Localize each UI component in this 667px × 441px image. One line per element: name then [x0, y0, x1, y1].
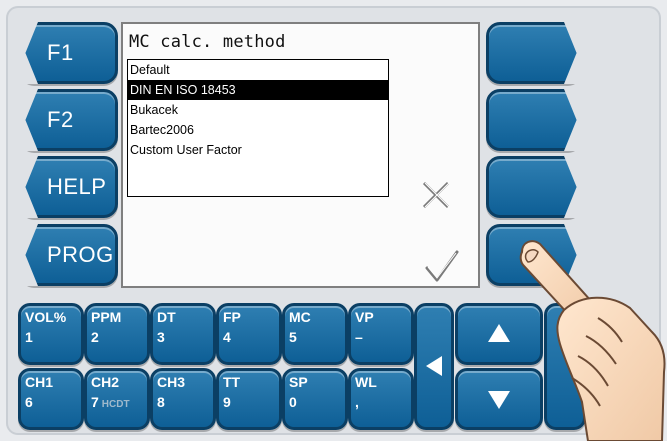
key-top-label: VP — [355, 309, 374, 325]
help-key[interactable]: HELP — [20, 156, 118, 218]
left-arrow-key[interactable] — [414, 303, 454, 430]
key-tt-9[interactable]: TT 9 — [216, 368, 282, 430]
f2-key[interactable]: F2 — [20, 89, 118, 151]
key-bottom-label: , — [355, 394, 359, 410]
right-side-key[interactable] — [544, 303, 586, 430]
f2-key-label: F2 — [47, 107, 74, 132]
key-vp-minus[interactable]: VP – — [348, 303, 414, 365]
key-notch — [20, 156, 38, 218]
key-top-label: CH2 — [91, 374, 120, 390]
key-ch3-8[interactable]: CH3 8 — [150, 368, 216, 430]
key-top-label: FP — [223, 309, 241, 325]
key-mc-5[interactable]: MC 5 — [282, 303, 348, 365]
prog-key[interactable]: PROG — [20, 224, 118, 286]
key-wl-comma[interactable]: WL , — [348, 368, 414, 430]
list-item[interactable]: Bartec2006 — [128, 120, 388, 140]
key-top-label: WL — [355, 374, 377, 390]
list-item[interactable]: Custom User Factor — [128, 140, 388, 160]
key-notch — [20, 22, 38, 84]
right-softkey-3[interactable] — [486, 156, 582, 218]
key-notch — [564, 224, 582, 286]
key-top-label: VOL% — [25, 309, 67, 325]
key-bottom-label: 7 HCDT — [91, 394, 130, 410]
key-bottom-label: 5 — [289, 329, 297, 345]
hcdt-label: HCDT — [101, 399, 130, 410]
help-key-label: HELP — [47, 174, 107, 199]
arrow-down-icon — [488, 391, 510, 409]
key-notch — [564, 22, 582, 84]
key-sp-0[interactable]: SP 0 — [282, 368, 348, 430]
key-top-label: CH1 — [25, 374, 54, 390]
close-x-icon — [419, 178, 453, 212]
key-top-label: TT — [223, 374, 241, 390]
key-notch — [564, 156, 582, 218]
key-ch1-6[interactable]: CH1 6 — [18, 368, 84, 430]
key-notch — [564, 89, 582, 151]
key-fp-4[interactable]: FP 4 — [216, 303, 282, 365]
device-panel: F1 F2 HELP PROG MC calc. method Default … — [0, 0, 667, 441]
display-screen: MC calc. method Default DIN EN ISO 18453… — [121, 22, 480, 288]
right-softkey-2[interactable] — [486, 89, 582, 151]
f1-key[interactable]: F1 — [20, 22, 118, 84]
right-softkey-1[interactable] — [486, 22, 582, 84]
key-top-label: CH3 — [157, 374, 186, 390]
key-vol-1[interactable]: VOL% 1 — [18, 303, 84, 365]
arrow-up-icon — [488, 324, 510, 342]
key-notch — [20, 89, 38, 151]
key-bottom-label: 1 — [25, 329, 33, 345]
list-item[interactable]: Default — [128, 60, 388, 80]
key-bottom-label: 2 — [91, 329, 99, 345]
key-top-label: MC — [289, 309, 311, 325]
f1-key-label: F1 — [47, 40, 74, 65]
key-bottom-label: 4 — [223, 329, 231, 345]
key-bottom-label: 8 — [157, 394, 165, 410]
key-notch — [20, 224, 38, 286]
list-item-selected[interactable]: DIN EN ISO 18453 — [128, 80, 388, 100]
key-top-label: DT — [157, 309, 176, 325]
up-arrow-key[interactable] — [455, 303, 543, 365]
method-list: Default DIN EN ISO 18453 Bukacek Bartec2… — [127, 59, 389, 197]
arrow-left-icon — [426, 356, 442, 376]
key-top-label: PPM — [91, 309, 122, 325]
right-softkey-4[interactable] — [486, 224, 582, 286]
screen-title: MC calc. method — [129, 32, 286, 52]
key-bottom-label: 6 — [25, 394, 33, 410]
key-bottom-label: 3 — [157, 329, 165, 345]
key-bottom-label: 9 — [223, 394, 231, 410]
key-dt-3[interactable]: DT 3 — [150, 303, 216, 365]
list-item[interactable]: Bukacek — [128, 100, 388, 120]
checkmark-icon — [423, 248, 459, 282]
key-number: 7 — [91, 394, 99, 410]
key-ch2-7[interactable]: CH2 7 HCDT — [84, 368, 150, 430]
key-top-label: SP — [289, 374, 308, 390]
key-ppm-2[interactable]: PPM 2 — [84, 303, 150, 365]
down-arrow-key[interactable] — [455, 368, 543, 430]
key-bottom-label: 0 — [289, 394, 297, 410]
prog-key-label: PROG — [47, 242, 114, 267]
key-bottom-label: – — [355, 329, 363, 345]
